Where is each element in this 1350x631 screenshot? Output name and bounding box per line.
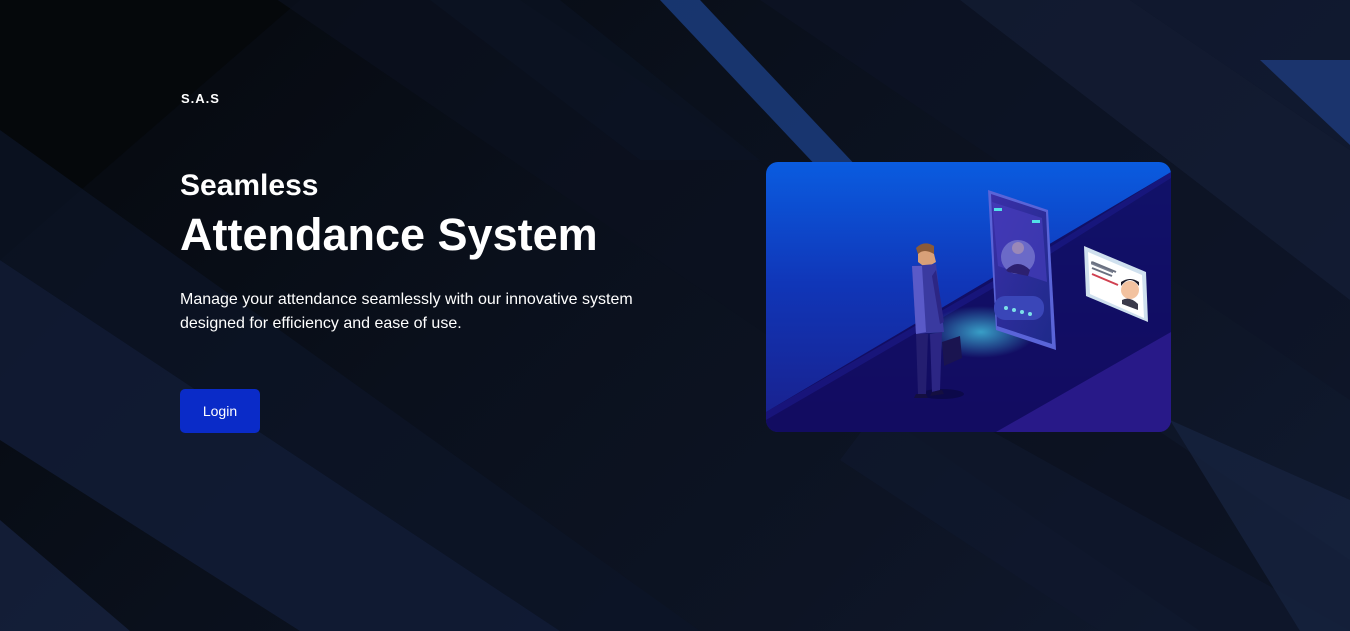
brand-logo-text: S.A.S [181,91,220,106]
hero-description: Manage your attendance seamlessly with o… [180,291,633,332]
hero-illustration [766,162,1171,432]
hero-subtitle: Seamless [180,169,319,202]
page-title: Attendance System [180,209,598,260]
login-button[interactable]: Login [180,389,260,433]
face-recognition-illustration-icon [766,162,1171,432]
